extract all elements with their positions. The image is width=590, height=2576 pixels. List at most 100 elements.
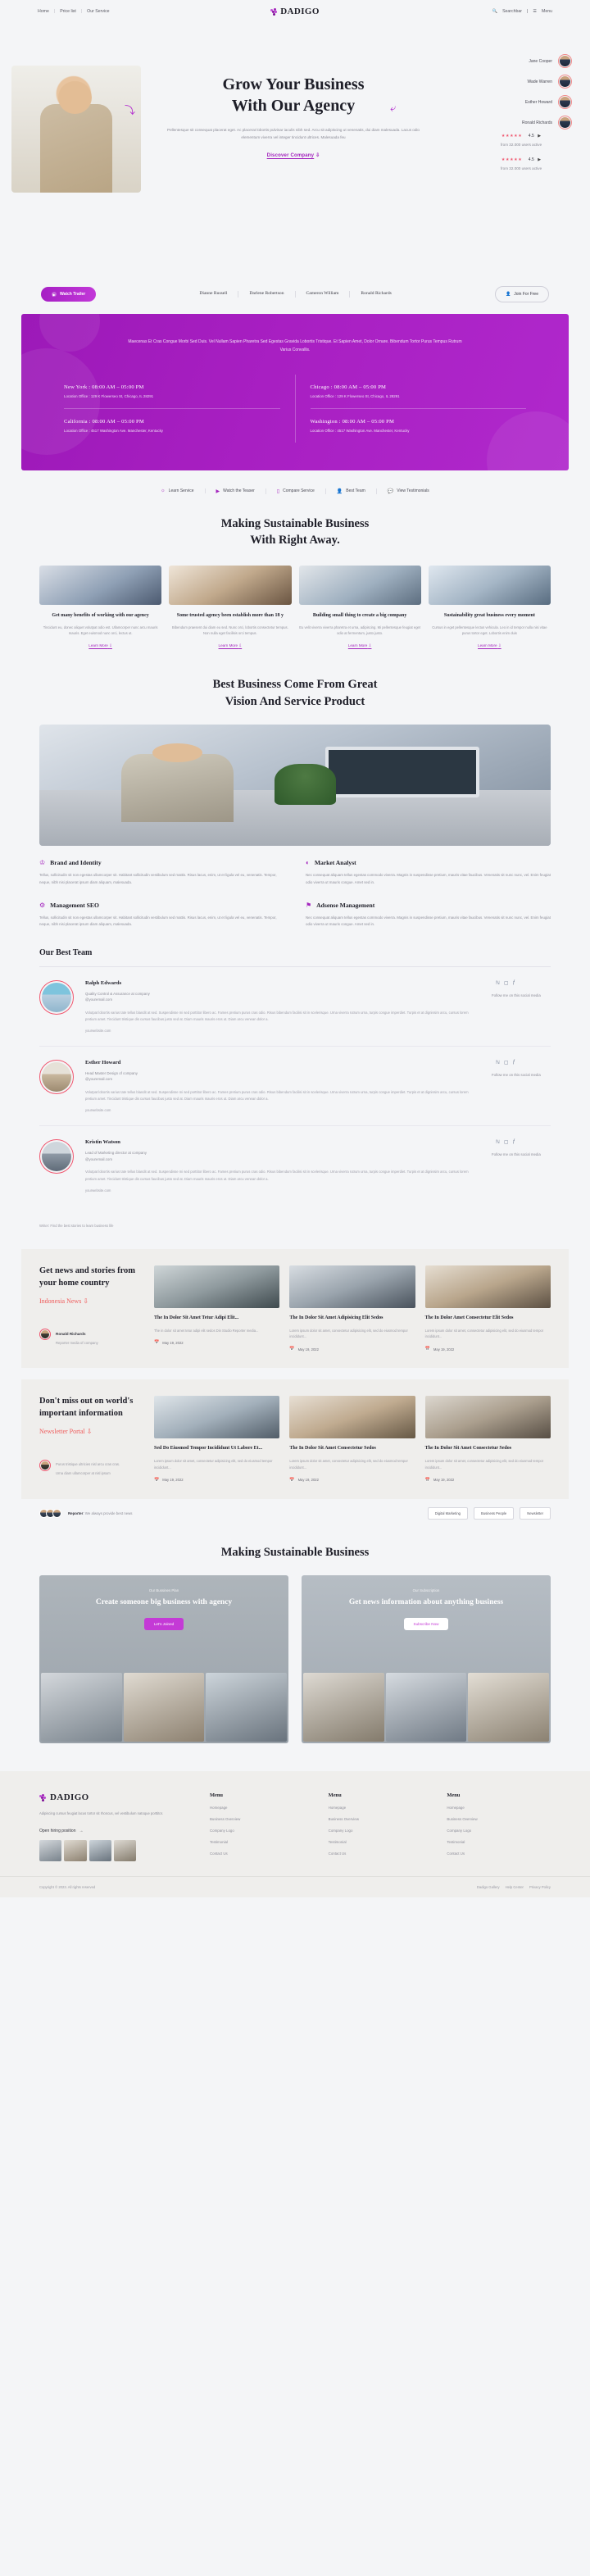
news-card[interactable]: The In Dolor Sit Amet Adipisicing Elit S… (289, 1265, 415, 1352)
footer-bottom-link[interactable]: Help Center (506, 1885, 524, 1889)
quicklink-watch-teaser[interactable]: ▶ Watch the Teaser (206, 488, 266, 494)
client-name[interactable]: Ronald Richards (350, 291, 402, 298)
join-for-free-button[interactable]: 👤 Join For Free (495, 286, 549, 302)
quicklink-learn-service[interactable]: ☼ Learn Service (150, 488, 205, 493)
instagram-icon[interactable]: ▢ (504, 1060, 509, 1065)
linkedin-icon[interactable]: ℕ (496, 1139, 500, 1145)
tag-business-people[interactable]: Business People (474, 1507, 514, 1520)
hero-person-name: Esther Howard (525, 100, 552, 105)
footer-link[interactable]: Testimonial (210, 1840, 314, 1844)
footer-bottom-links: Dadigo Gallery Help Center Privacy Polic… (477, 1885, 551, 1889)
news-thumbnail (289, 1396, 415, 1438)
calendar-icon: 📅 (425, 1347, 430, 1352)
instagram-icon[interactable]: ▢ (504, 980, 509, 986)
client-name[interactable]: Dianne Russell (188, 291, 238, 298)
hero-person[interactable]: Wade Warren (441, 75, 572, 89)
news-card[interactable]: Sed Do Eiusmod Tempor Incididunt Ut Labo… (154, 1396, 279, 1483)
chevron-double-down-icon: ⇩ (369, 643, 372, 647)
footer-link[interactable]: Company Logo (329, 1829, 433, 1833)
footer-link[interactable]: Company Logo (210, 1829, 314, 1833)
discover-company-link[interactable]: Discover Company ⇩ (154, 152, 433, 158)
learn-more-link[interactable]: Learn More ⇩ (39, 643, 161, 648)
news-card-date: 📅 May 19, 2022 (154, 1478, 279, 1483)
learn-more-link[interactable]: Learn More ⇩ (299, 643, 421, 648)
follow-label: Follow me on this social media (492, 1072, 551, 1079)
client-name[interactable]: Cameron William (296, 291, 351, 298)
hero-person[interactable]: Esther Howard (441, 95, 572, 109)
news-card[interactable]: The In Dolor Sit Amet Consectetur Sedos … (289, 1396, 415, 1483)
promo-gallery (39, 1673, 288, 1743)
footer-link[interactable]: Contact Us (329, 1851, 433, 1856)
hamburger-icon[interactable]: ☰ (533, 9, 537, 14)
linkedin-icon[interactable]: ℕ (496, 980, 500, 986)
news-card[interactable]: The In Dolor Amet Consectetur Elit Sedos… (425, 1265, 551, 1352)
learn-more-link[interactable]: Learn More ⇩ (429, 643, 551, 648)
learn-more-label: Learn More (478, 643, 497, 647)
footer-link[interactable]: Homepage (329, 1806, 433, 1810)
menu-label[interactable]: Menu (542, 9, 552, 14)
searchbar-label[interactable]: Searchbar (502, 9, 522, 14)
nav-link-price-list[interactable]: Price list (60, 9, 76, 14)
lets-joined-button[interactable]: Let's Joined (144, 1618, 184, 1630)
footer-hiring[interactable]: Open hiring position → (39, 1829, 195, 1833)
watch-trailer-button[interactable]: ▶ Watch Trailer (41, 287, 96, 302)
news-link[interactable]: Indonesia News ⇩ (39, 1297, 144, 1305)
offices-column-left: New York : 08:00 AM – 05:00 PM Location … (49, 375, 295, 443)
footer-link[interactable]: Testimonial (329, 1840, 433, 1844)
footer-link[interactable]: Contact Us (447, 1851, 551, 1856)
learn-more-link[interactable]: Learn More ⇩ (169, 643, 291, 648)
client-name[interactable]: Darlene Robertson (238, 291, 295, 298)
footer-bottom-link[interactable]: Dadigo Gallery (477, 1885, 500, 1889)
footer-logo[interactable]: DADIGO (39, 1792, 195, 1802)
member-role: Quality Control & Assurance at company @… (85, 991, 480, 1003)
linkedin-icon[interactable]: ℕ (496, 1060, 500, 1065)
writer-note: Writer: Find the best stories to learn b… (39, 1224, 551, 1228)
instagram-icon[interactable]: ▢ (504, 1139, 509, 1145)
footer-bottom-link[interactable]: Privacy Policy (529, 1885, 551, 1889)
footer-link[interactable]: Company Logo (447, 1829, 551, 1833)
footer-link[interactable]: Homepage (447, 1806, 551, 1810)
news-block-2: Don't miss out on world's important info… (21, 1379, 569, 1499)
office-city-hours: Chicago : 08:00 AM – 05:00 PM (311, 384, 527, 390)
brand-logo[interactable]: DADIGO (270, 7, 320, 16)
footer-link[interactable]: Homepage (210, 1806, 314, 1810)
quicklink-view-testimonials[interactable]: 💬 View Testimonials (377, 488, 440, 494)
facebook-icon[interactable]: ƒ (512, 980, 515, 986)
member-email[interactable]: @youremail.com (85, 997, 112, 1002)
office-city-hours: New York : 08:00 AM – 05:00 PM (64, 384, 280, 390)
tag-newsletter[interactable]: Newsletter (520, 1507, 551, 1520)
facebook-icon[interactable]: ƒ (512, 1060, 515, 1065)
footer-link[interactable]: Business Overview (210, 1817, 314, 1821)
member-website[interactable]: yourwebsite.com (85, 1029, 480, 1033)
news-card[interactable]: The In Dolor Sit Amet Tetur Adipi Elit..… (154, 1265, 279, 1352)
follow-label: Follow me on this social media (492, 993, 551, 999)
member-email[interactable]: @youremail.com (85, 1157, 112, 1161)
member-email[interactable]: @youremail.com (85, 1077, 112, 1081)
quicklink-best-team[interactable]: 👤 Best Team (326, 488, 377, 494)
subscribe-now-button[interactable]: Subscribe Now (404, 1618, 449, 1630)
person-shape (121, 754, 234, 822)
news-card-date: 📅 May 19, 2022 (289, 1347, 415, 1352)
facebook-icon[interactable]: ƒ (512, 1139, 515, 1145)
search-icon[interactable]: 🔍 (492, 9, 497, 14)
card-title: Get many benefits of working with our ag… (39, 612, 161, 620)
footer-link[interactable]: Testimonial (447, 1840, 551, 1844)
news-title: Get news and stories from your home coun… (39, 1265, 144, 1290)
footer-link[interactable]: Contact Us (210, 1851, 314, 1856)
news-link[interactable]: Newsletter Portal ⇩ (39, 1428, 144, 1435)
news-card[interactable]: The In Dolor Sit Amet Consectetur Sedos … (425, 1396, 551, 1483)
news-thumbnail (289, 1265, 415, 1308)
team-member-info: Ralph Edwards Quality Control & Assuranc… (85, 980, 480, 1033)
footer-link[interactable]: Business Overview (329, 1817, 433, 1821)
tag-digital-marketing[interactable]: Digital Marketing (428, 1507, 468, 1520)
nav-link-our-service[interactable]: Our Service (87, 9, 109, 14)
hero-person[interactable]: Jane Cooper (441, 54, 572, 68)
quicklink-compare-service[interactable]: ▯ Compare Service (266, 488, 326, 494)
footer-link[interactable]: Business Overview (447, 1817, 551, 1821)
member-website[interactable]: yourwebsite.com (85, 1188, 480, 1193)
card-thumbnail (39, 566, 161, 605)
card-text: Cursus in eget pellentesque lectus vehic… (429, 625, 551, 638)
nav-link-home[interactable]: Home (38, 9, 49, 14)
member-website[interactable]: yourwebsite.com (85, 1108, 480, 1112)
star-rating-icon: ★★★★★ (502, 134, 522, 139)
